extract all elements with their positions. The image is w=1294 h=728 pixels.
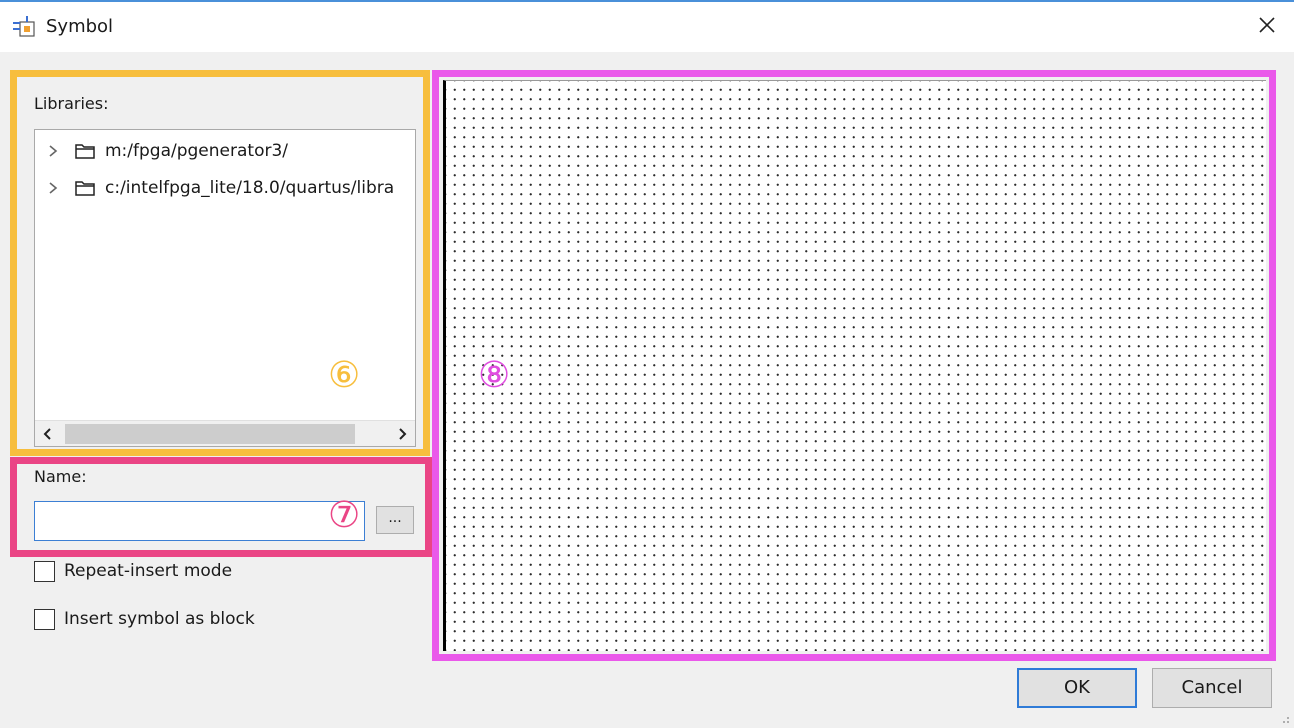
preview-marker: ⑧	[478, 355, 511, 396]
cancel-button[interactable]: Cancel	[1152, 668, 1272, 708]
folder-icon	[75, 181, 95, 196]
name-marker: ⑦	[328, 495, 361, 536]
repeat-insert-label: Repeat-insert mode	[64, 561, 233, 581]
libraries-marker: ⑥	[328, 355, 361, 396]
libraries-tree[interactable]: m:/fpga/pgenerator3/ c:/intelfpga_lite/1…	[34, 129, 416, 447]
repeat-insert-checkbox[interactable]	[34, 561, 55, 582]
scroll-left-icon[interactable]	[35, 421, 61, 447]
window-title: Symbol	[46, 16, 114, 37]
ok-button[interactable]: OK	[1017, 668, 1137, 708]
library-path: m:/fpga/pgenerator3/	[105, 141, 289, 161]
folder-icon	[75, 144, 95, 159]
name-input[interactable]	[34, 501, 365, 541]
scroll-right-icon[interactable]	[389, 421, 415, 447]
name-label: Name:	[34, 467, 87, 486]
title-bar: Symbol	[0, 0, 1294, 52]
scrollbar-thumb[interactable]	[65, 424, 355, 444]
horizontal-scrollbar[interactable]	[35, 420, 415, 446]
resize-grip-icon[interactable]	[1278, 712, 1290, 724]
library-item[interactable]: c:/intelfpga_lite/18.0/quartus/libra	[35, 177, 415, 203]
insert-as-block-checkbox[interactable]	[34, 609, 55, 630]
close-icon[interactable]	[1254, 12, 1280, 38]
browse-button[interactable]: ...	[376, 506, 414, 534]
libraries-label: Libraries:	[34, 94, 109, 113]
chevron-right-icon[interactable]	[47, 143, 59, 159]
insert-as-block-label: Insert symbol as block	[64, 609, 255, 629]
library-item[interactable]: m:/fpga/pgenerator3/	[35, 140, 415, 166]
library-path: c:/intelfpga_lite/18.0/quartus/libra	[105, 178, 395, 198]
symbol-preview-canvas	[443, 80, 1266, 651]
symbol-app-icon	[13, 16, 35, 37]
chevron-right-icon[interactable]	[47, 180, 59, 196]
